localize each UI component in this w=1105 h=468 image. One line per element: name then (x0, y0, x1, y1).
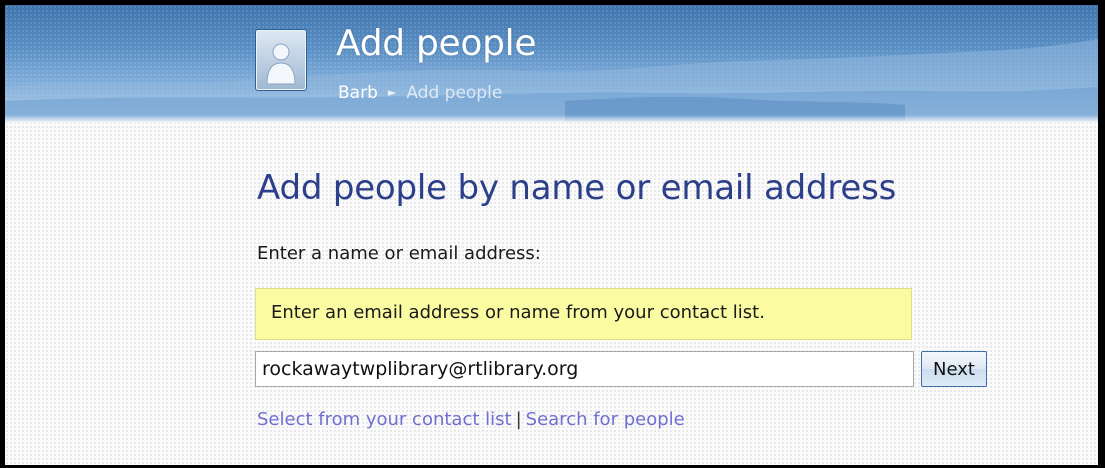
person-icon (255, 29, 307, 91)
next-button[interactable]: Next (921, 351, 987, 387)
breadcrumb-separator-icon: ► (387, 86, 397, 99)
breadcrumb: Barb ► Add people (338, 83, 502, 103)
search-for-people-link[interactable]: Search for people (526, 409, 685, 430)
select-from-contact-list-link[interactable]: Select from your contact list (257, 409, 512, 430)
header-title: Add people (336, 23, 537, 64)
header-fade (5, 115, 1098, 123)
field-label: Enter a name or email address: (257, 243, 541, 264)
hint-text: Enter an email address or name from your… (271, 302, 765, 323)
header-landscape (5, 39, 1098, 123)
page-header: Add people Barb ► Add people (5, 5, 1098, 123)
name-or-email-input[interactable] (255, 351, 914, 387)
page-frame: Add people Barb ► Add people Add people by… (5, 5, 1098, 465)
links-separator: | (515, 409, 522, 430)
contact-links: Select from your contact list | Search for… (257, 409, 685, 430)
breadcrumb-parent-link[interactable]: Barb (338, 83, 378, 103)
hint-box: Enter an email address or name from your… (255, 288, 912, 340)
page-heading: Add people by name or email address (257, 168, 897, 208)
breadcrumb-current: Add people (406, 83, 503, 103)
